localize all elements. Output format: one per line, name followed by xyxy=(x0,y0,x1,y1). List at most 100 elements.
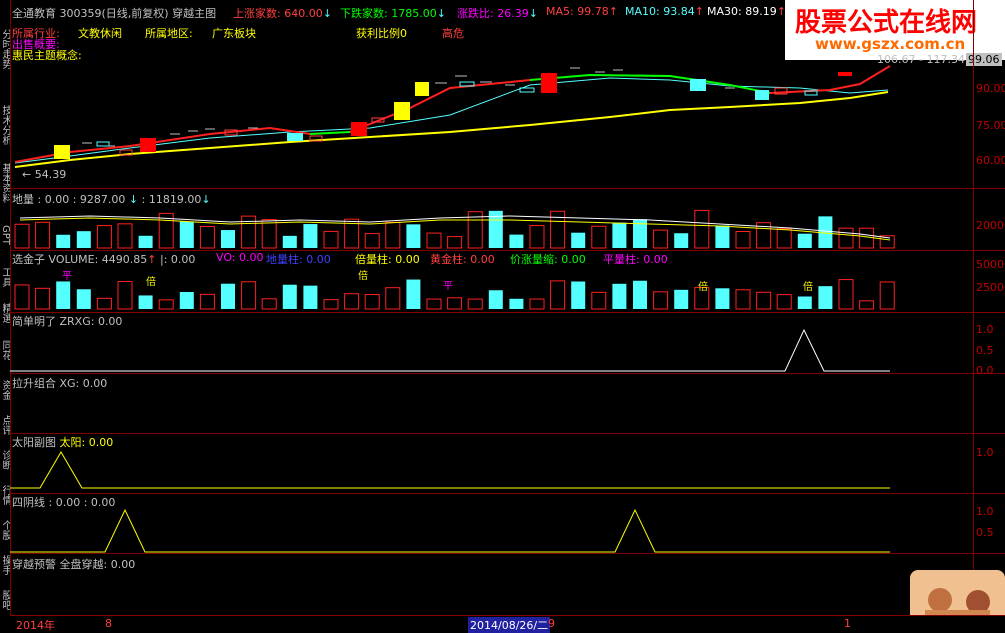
volume-bar xyxy=(426,298,442,310)
mark-bei: 倍 xyxy=(358,269,368,282)
volume-bar xyxy=(797,233,812,248)
volume-bar xyxy=(406,224,421,248)
volume-bar xyxy=(221,230,235,248)
volume-bar xyxy=(797,296,812,309)
p1-tick-1: 1.0 xyxy=(976,323,994,336)
tab-jishu[interactable]: 技术分析 xyxy=(0,95,10,155)
risk-label: 高危 xyxy=(442,27,464,40)
volume-bar xyxy=(35,287,51,310)
tab-gpt[interactable]: GPT xyxy=(0,215,10,255)
volume-bar xyxy=(56,281,71,309)
volume-bar xyxy=(715,288,730,309)
volume-bar xyxy=(282,284,297,309)
volume-bar xyxy=(261,298,277,310)
candle xyxy=(54,145,70,159)
ma30-value: MA30: 89.19↑ xyxy=(707,5,786,18)
volume-bar xyxy=(447,236,463,249)
volume-bar xyxy=(303,285,318,309)
volume-tick: 2000 xyxy=(976,219,1004,232)
tab-zhenduan[interactable]: 诊断 xyxy=(0,445,10,475)
month-1: 1 xyxy=(844,617,851,630)
p3-tick-1: 1.0 xyxy=(976,446,994,459)
volume-bar xyxy=(117,223,133,249)
divider-p4 xyxy=(10,553,1005,554)
volume-bar xyxy=(179,292,194,309)
ma10-value: MA10: 93.84↑ xyxy=(625,5,704,18)
candle xyxy=(394,102,410,120)
down-count: 下跌家数: 1785.00↓ xyxy=(340,7,446,20)
volume-bar xyxy=(838,227,854,249)
volume-bar xyxy=(406,279,421,309)
volume-bar xyxy=(591,225,607,249)
volume-bar xyxy=(56,234,71,248)
volume-bar xyxy=(323,230,339,249)
tab-dianping[interactable]: 点评 xyxy=(0,410,10,440)
region-label: 所属地区: xyxy=(145,27,193,40)
price-tick-90: 90.00 xyxy=(976,82,1005,95)
volume-bar xyxy=(261,219,277,249)
candle xyxy=(287,133,303,141)
ma30-line xyxy=(14,91,889,168)
volume-bar xyxy=(303,224,318,248)
low-price-label: ← 54.39 xyxy=(22,168,66,181)
tab-fenshi[interactable]: 分时走势 xyxy=(0,14,10,84)
candle xyxy=(755,90,769,100)
tab-tonghua[interactable]: 同花 xyxy=(0,335,10,365)
tab-jiben[interactable]: 基本资料 xyxy=(0,158,10,208)
volume-bar xyxy=(612,283,627,309)
tab-guba[interactable]: 股吧 xyxy=(0,585,10,615)
volume-bar xyxy=(529,225,545,249)
volume-bar xyxy=(199,225,215,249)
candle xyxy=(541,73,557,93)
volume-bar xyxy=(653,291,669,310)
volume-bar xyxy=(447,297,463,310)
volume-bar xyxy=(117,281,133,310)
volume-bar xyxy=(776,228,792,249)
volume-bar xyxy=(735,230,751,249)
tab-hangqing[interactable]: 行情 xyxy=(0,480,10,510)
tab-gongju[interactable]: 工具 xyxy=(0,262,10,292)
ma5-line-green xyxy=(309,131,351,135)
volume-bar xyxy=(735,289,751,310)
volume-bar xyxy=(550,280,566,310)
volume-bar xyxy=(756,291,772,310)
volume-bar xyxy=(158,299,174,310)
volume-bar xyxy=(426,232,442,249)
candle xyxy=(351,122,367,136)
divider-p1 xyxy=(10,373,1005,374)
volume-bar xyxy=(76,289,91,309)
tab-zijin[interactable]: 资金 xyxy=(0,375,10,405)
volume-bar xyxy=(694,209,710,249)
mark-bei: 倍 xyxy=(698,280,708,293)
volume-chart xyxy=(14,209,895,249)
p4-tick-05: 0.5 xyxy=(976,526,994,539)
candle xyxy=(838,72,852,76)
panel-taiyang-chart xyxy=(10,451,890,489)
mark-ping: 平 xyxy=(62,271,72,282)
panel-chuanyue-title: 穿越预警 全盘穿越: 0.00 xyxy=(12,558,136,571)
stock-title: 全通教育 300359(日线,前复权) 穿越主图 xyxy=(12,7,217,20)
volume-bar xyxy=(591,291,607,310)
volume-bar xyxy=(241,281,257,310)
mark-bei: 倍 xyxy=(803,280,813,293)
candle xyxy=(415,82,429,96)
volume-bar xyxy=(509,234,524,248)
mark-bei: 倍 xyxy=(146,275,156,288)
volume-bar xyxy=(96,225,112,249)
volume-bar xyxy=(179,221,194,248)
tab-jingxuan[interactable]: 精選 xyxy=(0,298,10,328)
month-9: 9 xyxy=(548,617,555,630)
volume-bar xyxy=(96,297,112,310)
profit-ratio: 获利比例0 xyxy=(356,27,407,40)
volume-bar xyxy=(776,294,792,310)
tab-gegu[interactable]: 个股 xyxy=(0,515,10,545)
tab-caoshou[interactable]: 操手 xyxy=(0,550,10,580)
volume-bar xyxy=(199,293,215,310)
year-label: 2014年 xyxy=(16,619,55,632)
volume-bar xyxy=(838,279,854,310)
volume-bar xyxy=(674,233,689,248)
candle xyxy=(690,79,706,91)
panel-jiandan-chart xyxy=(10,328,890,372)
time-axis: 2014年 8 2014/08/26/二 9 1 xyxy=(10,615,1005,633)
volume-bar xyxy=(612,222,627,248)
